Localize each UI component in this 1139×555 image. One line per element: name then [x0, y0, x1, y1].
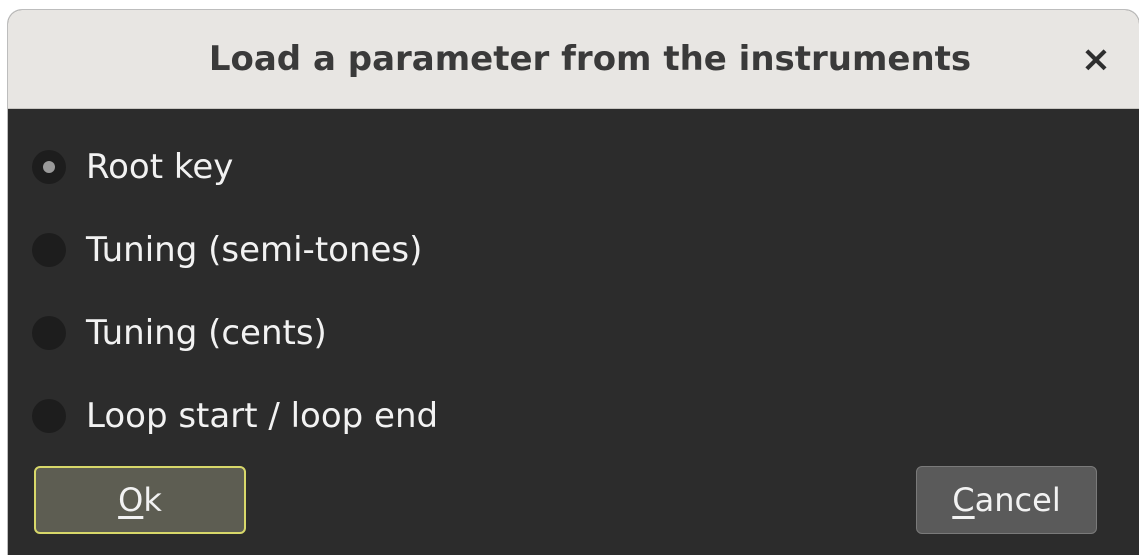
dialog-titlebar: Load a parameter from the instruments × [8, 10, 1139, 109]
ok-label-rest: k [143, 481, 162, 519]
option-loop-start-end[interactable]: Loop start / loop end [32, 386, 438, 446]
dialog-title: Load a parameter from the instruments [208, 39, 972, 79]
load-parameter-dialog: Load a parameter from the instruments × … [8, 10, 1139, 555]
option-label: Root key [86, 147, 234, 187]
option-tuning-semitones[interactable]: Tuning (semi-tones) [32, 220, 422, 280]
ok-button[interactable]: Ok [34, 466, 246, 534]
cancel-mnemonic: C [952, 481, 975, 519]
radio-icon[interactable] [32, 150, 66, 184]
close-icon[interactable]: × [1074, 38, 1118, 82]
radio-icon[interactable] [32, 399, 66, 433]
option-root-key[interactable]: Root key [32, 137, 233, 197]
radio-icon[interactable] [32, 233, 66, 267]
ok-mnemonic: O [118, 481, 144, 519]
option-tuning-cents[interactable]: Tuning (cents) [32, 303, 327, 363]
cancel-button[interactable]: Cancel [916, 466, 1097, 534]
cancel-label-rest: ancel [974, 481, 1061, 519]
option-label: Tuning (cents) [86, 313, 327, 353]
option-label: Tuning (semi-tones) [86, 230, 423, 270]
radio-icon[interactable] [32, 316, 66, 350]
option-label: Loop start / loop end [86, 396, 439, 436]
